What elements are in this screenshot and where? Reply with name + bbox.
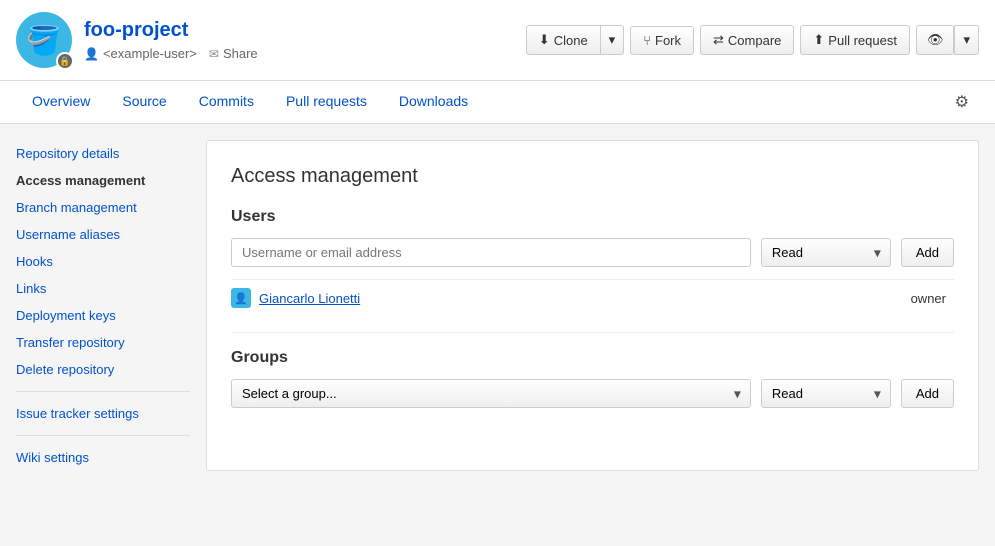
page-title: Access management [231, 165, 954, 188]
sidebar-item-branch-management[interactable]: Branch management [16, 194, 190, 221]
avatar: 🪣 🔒 [16, 12, 72, 68]
header-actions: ⬇ Clone ▾ ⑂ Fork ⇄ Compare ⬆ Pull reques… [526, 25, 979, 55]
sidebar-item-access-management[interactable]: Access management [16, 167, 190, 194]
user-name-link[interactable]: Giancarlo Lionetti [259, 291, 360, 306]
add-user-button[interactable]: Add [901, 238, 954, 267]
share-meta[interactable]: ✉ Share [209, 46, 258, 61]
header-left: 🪣 🔒 foo-project 👤 <example-user> ✉ Share [16, 12, 258, 68]
section-divider [231, 332, 954, 333]
sidebar-item-issue-tracker-settings[interactable]: Issue tracker settings [16, 400, 190, 427]
repo-meta: 👤 <example-user> ✉ Share [84, 46, 258, 61]
username-input[interactable] [231, 238, 751, 267]
compare-icon: ⇄ [713, 32, 724, 48]
watch-button[interactable]: 👁 [916, 25, 955, 55]
sidebar-item-links[interactable]: Links [16, 275, 190, 302]
add-group-button[interactable]: Add [901, 379, 954, 408]
share-label: Share [223, 46, 258, 61]
tab-commits[interactable]: Commits [183, 81, 270, 123]
permission-select-wrapper: Read Write Admin [761, 238, 891, 267]
permission-select[interactable]: Read Write Admin [761, 238, 891, 267]
pull-request-button[interactable]: ⬆ Pull request [800, 25, 910, 55]
compare-button[interactable]: ⇄ Compare [700, 25, 794, 55]
content-area: Access management Users Read Write Admin… [206, 140, 979, 471]
sidebar-item-hooks[interactable]: Hooks [16, 248, 190, 275]
sidebar-item-repository-details[interactable]: Repository details [16, 140, 190, 167]
repo-info: foo-project 👤 <example-user> ✉ Share [84, 19, 258, 61]
group-permission-select[interactable]: Read Write Admin [761, 379, 891, 408]
add-group-row: Select a group... Read Write Admin Add [231, 379, 954, 408]
clone-icon: ⬇ [539, 32, 550, 48]
tab-source[interactable]: Source [106, 81, 182, 123]
sidebar-item-wiki-settings[interactable]: Wiki settings [16, 444, 190, 471]
fork-button[interactable]: ⑂ Fork [630, 26, 694, 55]
bucket-icon: 🪣 [27, 24, 62, 57]
pull-request-icon: ⬆ [813, 32, 824, 48]
sidebar-divider-1 [16, 391, 190, 392]
user-list-left: 👤 Giancarlo Lionetti [231, 288, 360, 308]
header: 🪣 🔒 foo-project 👤 <example-user> ✉ Share [0, 0, 995, 81]
main-layout: Repository details Access management Bra… [0, 124, 995, 487]
settings-gear-icon[interactable]: ⚙ [945, 82, 979, 122]
tab-pull-requests[interactable]: Pull requests [270, 81, 383, 123]
clone-caret-button[interactable]: ▾ [600, 25, 625, 55]
sidebar-item-username-aliases[interactable]: Username aliases [16, 221, 190, 248]
user-name: <example-user> [103, 46, 197, 61]
sidebar: Repository details Access management Bra… [16, 140, 206, 471]
sidebar-item-delete-repository[interactable]: Delete repository [16, 356, 190, 383]
user-avatar-icon: 👤 [234, 292, 248, 305]
fork-icon: ⑂ [643, 33, 651, 48]
lock-icon: 🔒 [59, 56, 70, 67]
watch-btn-group: 👁 ▾ [916, 25, 979, 55]
nav-tabs: Overview Source Commits Pull requests Do… [0, 81, 995, 124]
tab-downloads[interactable]: Downloads [383, 81, 484, 123]
group-select[interactable]: Select a group... [231, 379, 751, 408]
user-icon: 👤 [84, 47, 99, 61]
watch-caret-button[interactable]: ▾ [954, 25, 979, 55]
group-select-wrapper: Select a group... [231, 379, 751, 408]
sidebar-divider-2 [16, 435, 190, 436]
groups-section-title: Groups [231, 349, 954, 367]
sidebar-item-transfer-repository[interactable]: Transfer repository [16, 329, 190, 356]
user-meta: 👤 <example-user> [84, 46, 197, 61]
repo-name[interactable]: foo-project [84, 19, 258, 42]
clone-button[interactable]: ⬇ Clone [526, 25, 600, 55]
nav-tabs-left: Overview Source Commits Pull requests Do… [16, 81, 484, 123]
group-permission-select-wrapper: Read Write Admin [761, 379, 891, 408]
users-section-title: Users [231, 208, 954, 226]
tab-overview[interactable]: Overview [16, 81, 106, 123]
add-user-row: Read Write Admin Add [231, 238, 954, 267]
user-role: owner [911, 291, 954, 306]
sidebar-item-deployment-keys[interactable]: Deployment keys [16, 302, 190, 329]
email-icon: ✉ [209, 47, 219, 61]
user-avatar: 👤 [231, 288, 251, 308]
lock-badge: 🔒 [56, 52, 74, 70]
clone-btn-group: ⬇ Clone ▾ [526, 25, 624, 55]
user-list-row: 👤 Giancarlo Lionetti owner [231, 279, 954, 316]
